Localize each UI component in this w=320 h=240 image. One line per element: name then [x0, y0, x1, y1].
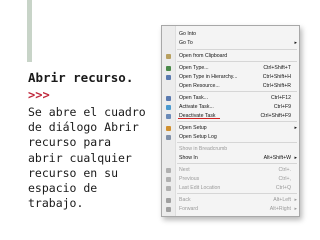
- submenu-arrow-icon: ▸: [294, 40, 297, 46]
- slide-title: Abrir recurso.: [28, 70, 134, 85]
- menu-item-shortcut: Alt+Left: [273, 197, 291, 203]
- menu-item-shortcut: Ctrl+F12: [270, 95, 291, 101]
- menu-item-open-task[interactable]: Open Task... Ctrl+F12: [162, 94, 299, 103]
- menu-item-shortcut: Ctrl+,: [278, 176, 291, 182]
- submenu-arrow-icon: ▸: [294, 125, 297, 131]
- menu-item-shortcut: Ctrl+Shift+H: [262, 74, 291, 80]
- activate-task-icon: [166, 105, 171, 110]
- menu-item-label: Open Task...: [179, 95, 209, 101]
- menu-item-shortcut: Alt+Shift+W: [263, 155, 291, 161]
- menu-item-label: Open Type...: [179, 65, 209, 71]
- menu-item-label: Go To: [179, 40, 193, 46]
- menu-separator: [177, 163, 297, 164]
- body-line: recurso en su: [28, 165, 119, 180]
- menu-item-forward: Forward Alt+Right ▸: [162, 205, 299, 214]
- submenu-arrow-icon: ▸: [294, 206, 297, 212]
- menu-item-show-in-breadcrumb: Show in Breadcrumb: [162, 145, 299, 154]
- forward-icon: [166, 207, 171, 212]
- menu-item-shortcut: Ctrl+Shift+T: [263, 65, 291, 71]
- body-line: de diálogo Abrir: [28, 120, 139, 135]
- menu-item-open-type-in-hierarchy[interactable]: Open Type in Hierarchy... Ctrl+Shift+H: [162, 73, 299, 82]
- menu-item-label: Previous: [179, 176, 200, 182]
- menu-item-label: Open from Clipboard: [179, 53, 228, 59]
- type-hierarchy-icon: [166, 75, 171, 80]
- decorative-bar: [27, 0, 32, 62]
- menu-item-label: Open Resource...: [179, 83, 220, 89]
- menu-item-label: Back: [179, 197, 191, 203]
- menu-item-open-type[interactable]: Open Type... Ctrl+Shift+T: [162, 64, 299, 73]
- body-line: recurso para: [28, 135, 112, 150]
- body-line: Se abre el cuadro: [28, 105, 146, 119]
- menu-item-previous: Previous Ctrl+,: [162, 175, 299, 184]
- next-icon: [166, 168, 171, 173]
- back-icon: [166, 198, 171, 203]
- open-type-icon: [166, 66, 171, 71]
- menu-item-label: Open Type in Hierarchy...: [179, 74, 238, 80]
- menu-item-shortcut: Ctrl+.: [278, 167, 291, 173]
- menu-item-shortcut: Ctrl+F9: [273, 104, 291, 110]
- menu-item-label: Open Setup Log: [179, 134, 217, 140]
- body-line: espacio de: [28, 181, 98, 196]
- menu-item-open-resource[interactable]: Open Resource... Ctrl+Shift+R: [162, 82, 299, 91]
- menu-separator: [177, 49, 297, 50]
- setup-icon: [166, 126, 171, 131]
- menu-item-go-into[interactable]: Go Into: [162, 30, 299, 39]
- slide-body: Se abre el cuadro de diálogo Abrir recur…: [28, 105, 158, 211]
- menu-separator: [177, 61, 297, 62]
- menu-item-label: Forward: [179, 206, 199, 212]
- menu-item-open-setup[interactable]: Open Setup ▸: [162, 124, 299, 133]
- menu-item-label: Next: [179, 167, 190, 173]
- menu-separator: [177, 142, 297, 143]
- clipboard-icon: [166, 54, 171, 59]
- menu-separator: [177, 121, 297, 122]
- open-task-icon: [166, 96, 171, 101]
- text-block: Abrir recurso. >>> Se abre el cuadro de …: [28, 70, 158, 211]
- previous-icon: [166, 177, 171, 182]
- menu-item-label: Open Setup: [179, 125, 207, 131]
- menu-item-show-in[interactable]: Show In Alt+Shift+W ▸: [162, 154, 299, 163]
- menu-item-label: Last Edit Location: [179, 185, 221, 191]
- body-line: abrir cualquier: [28, 150, 132, 165]
- menu-item-shortcut: Ctrl+Shift+F9: [260, 113, 291, 119]
- menu-item-label: Show In: [179, 155, 198, 161]
- submenu-arrow-icon: ▸: [294, 155, 297, 161]
- submenu-arrow-icon: ▸: [294, 197, 297, 203]
- menu-item-label: Show in Breadcrumb: [179, 146, 228, 152]
- menu-item-shortcut: Ctrl+Q: [275, 185, 291, 191]
- menu-item-label: Activate Task...: [179, 104, 214, 110]
- menu-item-open-setup-log[interactable]: Open Setup Log: [162, 133, 299, 142]
- menu-item-next: Next Ctrl+.: [162, 166, 299, 175]
- slide: Abrir recurso. >>> Se abre el cuadro de …: [0, 0, 320, 240]
- last-edit-icon: [166, 186, 171, 191]
- body-line: trabajo.: [28, 196, 84, 211]
- menu-item-open-from-clipboard[interactable]: Open from Clipboard: [162, 52, 299, 61]
- deactivate-task-icon: [166, 114, 171, 119]
- menu-item-label: Deactivate Task: [179, 113, 216, 119]
- menu-item-last-edit-location: Last Edit Location Ctrl+Q: [162, 184, 299, 193]
- menu-separator: [177, 91, 297, 92]
- arrow-marker: >>>: [28, 88, 50, 102]
- menu-item-go-to[interactable]: Go To ▸: [162, 39, 299, 48]
- menu-item-deactivate-task[interactable]: Deactivate Task Ctrl+Shift+F9: [162, 112, 299, 121]
- menu-item-shortcut: Alt+Right: [269, 206, 291, 212]
- setup-log-icon: [166, 135, 171, 140]
- menu-item-label: Go Into: [179, 31, 197, 37]
- menu-item-shortcut: Ctrl+Shift+R: [262, 83, 291, 89]
- menu-item-back: Back Alt+Left ▸: [162, 196, 299, 205]
- menu-separator: [177, 193, 297, 194]
- navigate-menu: Go Into Go To ▸ Open from Clipboard Open Typ…: [161, 25, 300, 217]
- menu-item-activate-task[interactable]: Activate Task... Ctrl+F9: [162, 103, 299, 112]
